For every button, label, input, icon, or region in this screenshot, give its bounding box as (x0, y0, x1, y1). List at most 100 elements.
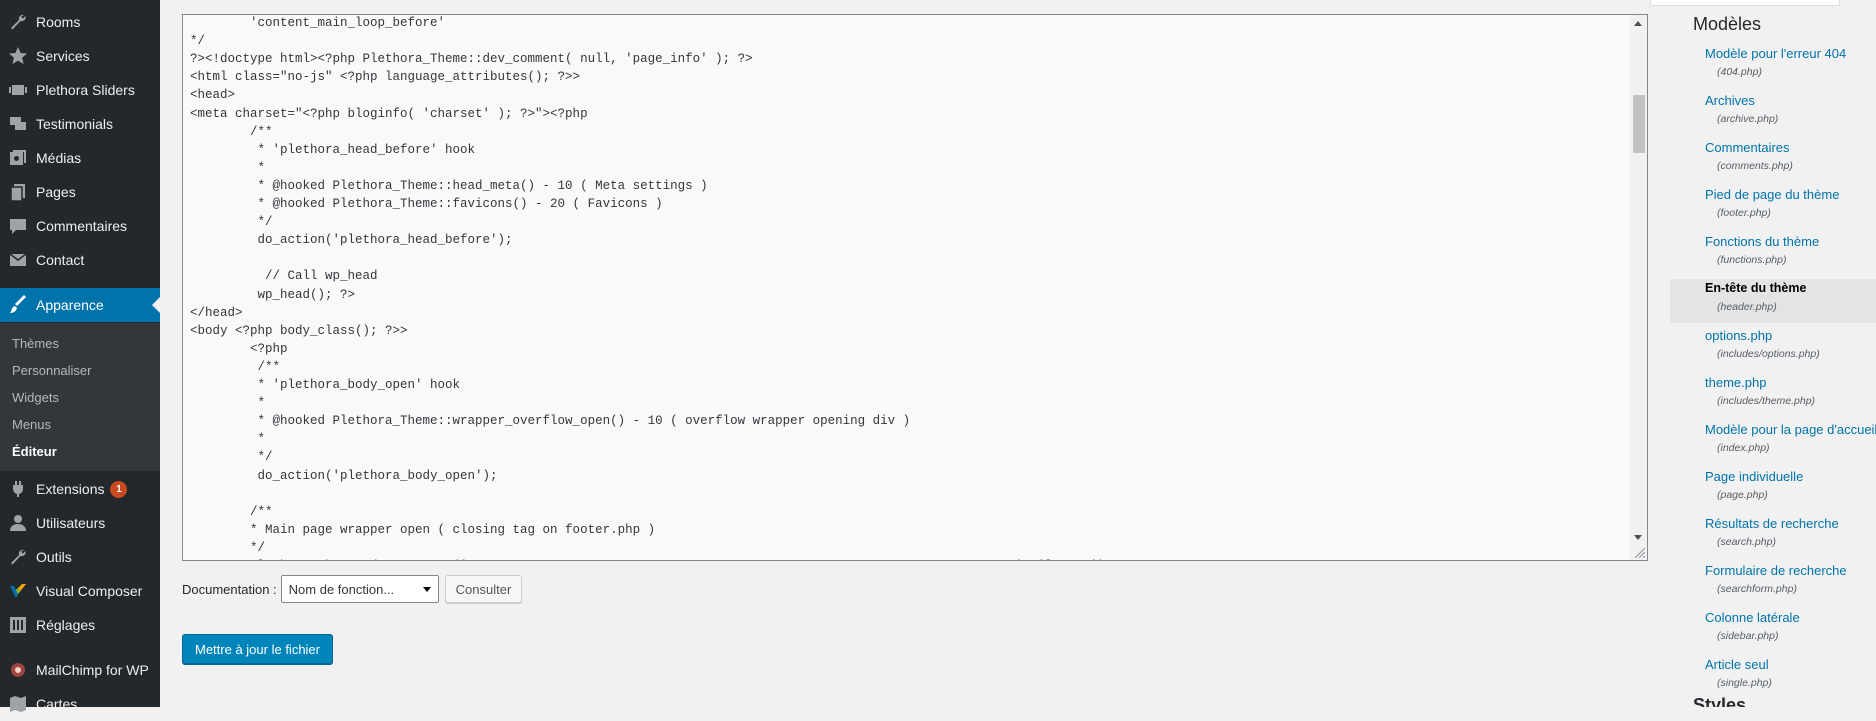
sidebar-item-rooms[interactable]: Rooms (0, 5, 160, 39)
sidebar-item-cartes[interactable]: Cartes (0, 687, 160, 721)
theme-file-item[interactable]: Formulaire de recherche (searchform.php) (1670, 561, 1876, 605)
theme-file-item[interactable]: options.php (includes/options.php) (1670, 326, 1876, 370)
code-line[interactable]: * Main page wrapper open ( closing tag o… (190, 523, 655, 537)
theme-file-path: (functions.php) (1717, 254, 1787, 266)
theme-file-name[interactable]: options.php (1705, 328, 1772, 343)
scroll-up-icon[interactable] (1634, 21, 1642, 26)
sidebar-item-mailchimp[interactable]: MailChimp for WP (0, 653, 160, 687)
sidebar-item-contact[interactable]: Contact (0, 243, 160, 277)
code-line[interactable]: wp_head(); ?> (190, 288, 356, 302)
code-line[interactable]: ?><!doctype html><?php Plethora_Theme::d… (190, 52, 753, 66)
sidebar-item-apparence[interactable]: Apparence (0, 288, 160, 322)
code-line[interactable]: Plethora_Theme::dev_comment(' START == P… (190, 559, 1113, 560)
code-line[interactable]: <meta charset="<?php bloginfo( 'charset'… (190, 107, 588, 121)
sidebar-item-outils[interactable]: Outils (0, 540, 160, 574)
theme-file-item[interactable]: theme.php (includes/theme.php) (1670, 373, 1876, 417)
code-line[interactable]: * @hooked Plethora_Theme::favicons() - 2… (190, 197, 663, 211)
styles-heading: Styles (1693, 695, 1747, 707)
code-line[interactable]: <body <?php body_class(); ?>> (190, 324, 408, 338)
code-content[interactable]: 'content_main_loop_before' */ ?><!doctype … (190, 15, 1610, 560)
theme-file-name[interactable]: Modèle pour l'erreur 404 (1705, 46, 1846, 61)
theme-file-name[interactable]: Fonctions du thème (1705, 234, 1819, 249)
code-line[interactable]: do_action('plethora_head_before'); (190, 233, 513, 247)
code-line[interactable]: </head> (190, 306, 243, 320)
theme-file-name[interactable]: En-tête du thème (1705, 281, 1806, 295)
submenu-item-widgets[interactable]: Widgets (12, 390, 59, 405)
code-line[interactable]: /** (190, 125, 273, 139)
sidebar-item-testimonials[interactable]: Testimonials (0, 107, 160, 141)
submenu-item-themes[interactable]: Thèmes (12, 336, 59, 351)
theme-file-name[interactable]: Article seul (1705, 657, 1769, 672)
resize-grip-icon[interactable] (1635, 548, 1645, 558)
scrollbar-thumb[interactable] (1633, 95, 1645, 153)
update-count-badge: 1 (110, 480, 128, 498)
theme-file-path: (includes/options.php) (1717, 348, 1820, 360)
theme-file-path: (footer.php) (1717, 207, 1771, 219)
theme-file-name[interactable]: Résultats de recherche (1705, 516, 1839, 531)
theme-file-name[interactable]: theme.php (1705, 375, 1766, 390)
code-line[interactable]: <html class="no-js" <?php language_attri… (190, 70, 580, 84)
submenu-item-menus[interactable]: Menus (12, 417, 51, 432)
code-line[interactable]: // Call wp_head (190, 269, 378, 283)
sidebar-item-medias[interactable]: Médias (0, 141, 160, 175)
theme-file-name[interactable]: Commentaires (1705, 140, 1790, 155)
code-line[interactable]: /** (190, 360, 281, 374)
theme-file-path: (comments.php) (1717, 160, 1793, 172)
theme-file-name[interactable]: Page individuelle (1705, 469, 1803, 484)
theme-file-item[interactable]: Page individuelle (page.php) (1670, 467, 1876, 511)
appearance-submenu: Thèmes Personnaliser Widgets Menus Édite… (0, 323, 160, 471)
function-select[interactable]: Nom de fonction... (280, 575, 439, 603)
sidebar-item-utilisateurs[interactable]: Utilisateurs (0, 506, 160, 540)
sidebar-item-reglages[interactable]: Réglages (0, 608, 160, 642)
update-file-button[interactable]: Mettre à jour le fichier (182, 634, 333, 664)
sidebar-item-commentaires[interactable]: Commentaires (0, 209, 160, 243)
code-line[interactable]: * (190, 396, 266, 410)
code-line[interactable]: * (190, 161, 266, 175)
theme-file-name[interactable]: Modèle pour la page d'accueil (1705, 422, 1876, 437)
theme-file-name[interactable]: Pied de page du thème (1705, 187, 1839, 202)
code-line[interactable]: * @hooked Plethora_Theme::wrapper_overfl… (190, 414, 911, 428)
theme-file-item[interactable]: Colonne latérale (sidebar.php) (1670, 608, 1876, 652)
code-line[interactable]: do_action('plethora_body_open'); (190, 469, 498, 483)
lookup-button[interactable]: Consulter (444, 575, 523, 603)
code-line[interactable]: * (190, 432, 266, 446)
sidebar-item-label: Rooms (36, 14, 81, 30)
sidebar-item-services[interactable]: Services (0, 39, 160, 73)
code-line[interactable]: * 'plethora_head_before' hook (190, 143, 476, 157)
submenu-item-editeur[interactable]: Éditeur (12, 444, 57, 459)
code-line[interactable]: */ (190, 34, 205, 48)
editor-vertical-scrollbar[interactable] (1630, 15, 1647, 560)
code-line[interactable]: */ (190, 541, 265, 555)
theme-file-name[interactable]: Formulaire de recherche (1705, 563, 1847, 578)
code-line[interactable]: */ (190, 450, 273, 464)
theme-file-item[interactable]: Commentaires (comments.php) (1670, 138, 1876, 182)
code-line[interactable]: 'content_main_loop_before' (190, 16, 445, 30)
media-icon (0, 148, 36, 168)
sidebar-item-visual-composer[interactable]: Visual Composer (0, 574, 160, 608)
theme-file-name[interactable]: Archives (1705, 93, 1755, 108)
theme-file-item[interactable]: Pied de page du thème (footer.php) (1670, 185, 1876, 229)
code-line[interactable]: * @hooked Plethora_Theme::head_meta() - … (190, 179, 708, 193)
theme-file-item[interactable]: Fonctions du thème (functions.php) (1670, 232, 1876, 276)
sidebar-item-extensions[interactable]: Extensions 1 (0, 472, 160, 506)
code-line[interactable]: /** (190, 505, 273, 519)
brush-icon (0, 295, 36, 315)
submenu-item-personnaliser[interactable]: Personnaliser (12, 363, 92, 378)
sidebar-item-plethora-sliders[interactable]: Plethora Sliders (0, 73, 160, 107)
scroll-down-icon[interactable] (1634, 535, 1642, 540)
theme-file-item[interactable]: Modèle pour la page d'accueil (index.php) (1670, 420, 1876, 464)
code-line[interactable]: <?php (190, 342, 288, 356)
theme-file-item[interactable]: Modèle pour l'erreur 404 (404.php) (1670, 44, 1876, 88)
theme-file-item[interactable]: Article seul (single.php) (1670, 655, 1876, 699)
theme-file-item[interactable]: Résultats de recherche (search.php) (1670, 514, 1876, 558)
theme-file-item[interactable]: Archives (archive.php) (1670, 91, 1876, 135)
code-line[interactable]: */ (190, 215, 273, 229)
sidebar-item-pages[interactable]: Pages (0, 175, 160, 209)
code-line[interactable]: <head> (190, 88, 235, 102)
sidebar-item-label: Contact (36, 252, 85, 268)
code-editor[interactable]: 'content_main_loop_before' */ ?><!doctype … (182, 14, 1648, 561)
sidebar-item-label: Visual Composer (36, 583, 143, 599)
theme-file-item[interactable]: En-tête du thème (header.php) (1670, 279, 1876, 323)
theme-file-name[interactable]: Colonne latérale (1705, 610, 1800, 625)
code-line[interactable]: * 'plethora_body_open' hook (190, 378, 461, 392)
